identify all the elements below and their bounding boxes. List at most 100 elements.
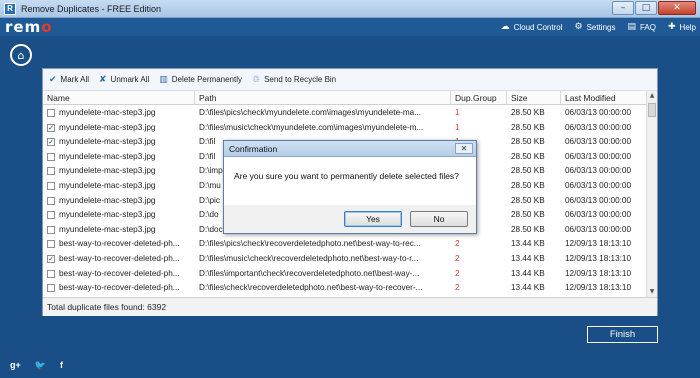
table-row[interactable]: ✓ myundelete-mac-step3.jpg D:\files\music\… bbox=[43, 121, 647, 135]
toolbar: ✔ Mark All ✘ Unmark All ▥ Delete Permane… bbox=[43, 69, 657, 91]
cell-size: 13.44 KB bbox=[511, 268, 545, 278]
cell-name: best-way-to-recover-deleted-ph... bbox=[59, 239, 180, 249]
cell-size: 28.50 KB bbox=[511, 195, 545, 205]
column-header-size[interactable]: Size bbox=[507, 91, 561, 105]
cell-size: 28.50 KB bbox=[511, 151, 545, 161]
table-header: Name Path Dup.Group Size Last Modified bbox=[43, 91, 647, 105]
yes-button[interactable]: Yes bbox=[344, 211, 402, 227]
send-to-recycle-bin-label: Send to Recycle Bin bbox=[264, 75, 337, 84]
cell-name: myundelete-mac-step3.jpg bbox=[59, 166, 156, 176]
scroll-down-icon[interactable]: ▼ bbox=[647, 287, 657, 297]
delete-permanently-button[interactable]: ▥ Delete Permanently bbox=[159, 75, 242, 85]
recycle-bin-icon: ♲ bbox=[252, 74, 261, 85]
row-checkbox[interactable] bbox=[47, 196, 55, 205]
cell-size: 28.50 KB bbox=[511, 210, 545, 220]
cell-name: myundelete-mac-step3.jpg bbox=[59, 151, 156, 161]
social-links: g+ 🐦 f bbox=[10, 360, 63, 371]
cell-dup-group: 1 bbox=[455, 108, 460, 117]
table-row[interactable]: best-way-to-recover-deleted-ph... D:\file… bbox=[43, 267, 647, 281]
cell-last-modified: 12/09/13 18:13:10 bbox=[565, 254, 632, 263]
row-checkbox[interactable]: ✓ bbox=[47, 123, 55, 132]
cell-dup-group: 2 bbox=[455, 239, 460, 249]
cell-last-modified: 12/09/13 18:13:10 bbox=[565, 268, 632, 278]
facebook-icon[interactable]: f bbox=[60, 360, 63, 371]
no-button[interactable]: No bbox=[410, 211, 468, 227]
cell-path: D:\files\pics\check\recoverdeletedphoto.… bbox=[199, 239, 421, 249]
header-menu: ☁ Cloud Control ⚙ Settings ▤ FAQ ✚ Help bbox=[501, 18, 696, 36]
row-checkbox[interactable] bbox=[47, 109, 55, 117]
row-checkbox[interactable]: ✓ bbox=[47, 255, 55, 263]
menu-settings[interactable]: ⚙ Settings bbox=[574, 22, 615, 32]
logo-accent: o bbox=[41, 18, 53, 36]
cell-last-modified: 06/03/13 00:00:00 bbox=[565, 181, 632, 190]
cell-name: myundelete-mac-step3.jpg bbox=[59, 195, 156, 205]
table-row[interactable]: myundelete-mac-step3.jpg D:\files\pics\ch… bbox=[43, 106, 647, 120]
close-window-button[interactable]: ✕ bbox=[658, 1, 696, 15]
scrollbar-thumb[interactable] bbox=[648, 103, 656, 117]
row-checkbox[interactable] bbox=[47, 284, 55, 293]
cell-last-modified: 06/03/13 00:00:00 bbox=[565, 122, 632, 132]
app-header: remo ☁ Cloud Control ⚙ Settings ▤ FAQ ✚ … bbox=[0, 18, 700, 36]
cell-dup-group: 2 bbox=[455, 283, 460, 293]
cell-dup-group: 1 bbox=[455, 122, 460, 132]
row-checkbox[interactable] bbox=[47, 182, 55, 190]
dialog-close-button[interactable]: ✕ bbox=[455, 143, 473, 154]
cell-name: myundelete-mac-step3.jpg bbox=[59, 224, 156, 234]
table-row[interactable]: best-way-to-recover-deleted-ph... D:\file… bbox=[43, 281, 647, 295]
mark-all-button[interactable]: ✔ Mark All bbox=[49, 75, 89, 85]
cell-size: 28.50 KB bbox=[511, 137, 545, 147]
minimize-button[interactable]: – bbox=[612, 1, 634, 15]
cell-last-modified: 12/09/13 18:13:10 bbox=[565, 239, 632, 249]
menu-cloud-control[interactable]: ☁ Cloud Control bbox=[501, 22, 563, 32]
cell-path: D:\files\music\check\myundelete.com\imag… bbox=[199, 122, 424, 132]
column-header-last-modified[interactable]: Last Modified bbox=[561, 91, 647, 105]
menu-help[interactable]: ✚ Help bbox=[668, 22, 696, 32]
unmark-all-button[interactable]: ✘ Unmark All bbox=[99, 75, 149, 85]
cell-size: 28.50 KB bbox=[511, 224, 545, 234]
table-row[interactable]: best-way-to-recover-deleted-ph... D:\file… bbox=[43, 237, 647, 251]
row-checkbox[interactable] bbox=[47, 152, 55, 161]
row-checkbox[interactable] bbox=[47, 225, 55, 234]
row-checkbox[interactable] bbox=[47, 269, 55, 278]
column-header-path[interactable]: Path bbox=[195, 91, 451, 105]
row-checkbox[interactable]: ✓ bbox=[47, 138, 55, 147]
row-checkbox[interactable] bbox=[47, 211, 55, 220]
maximize-button[interactable]: □ bbox=[635, 1, 657, 15]
row-checkbox[interactable] bbox=[47, 240, 55, 249]
table-row[interactable]: ✓ best-way-to-recover-deleted-ph... D:\fil… bbox=[43, 252, 647, 266]
row-checkbox[interactable] bbox=[47, 167, 55, 176]
cell-size: 13.44 KB bbox=[511, 239, 545, 249]
dialog-buttons: Yes No bbox=[344, 211, 468, 227]
vertical-scrollbar[interactable]: ▲ ▼ bbox=[646, 91, 657, 297]
cell-name: myundelete-mac-step3.jpg bbox=[59, 122, 156, 132]
cell-last-modified: 06/03/13 00:00:00 bbox=[565, 210, 632, 220]
title-bar: R Remove Duplicates - FREE Edition – □ ✕ bbox=[0, 0, 700, 18]
cell-name: best-way-to-recover-deleted-ph... bbox=[59, 254, 180, 263]
cell-last-modified: 12/09/13 18:13:10 bbox=[565, 283, 632, 293]
window-controls: – □ ✕ bbox=[612, 1, 696, 15]
dialog-message: Are you sure you want to permanently del… bbox=[224, 157, 476, 205]
column-header-dup-group[interactable]: Dup.Group bbox=[451, 91, 507, 105]
menu-faq[interactable]: ▤ FAQ bbox=[627, 22, 656, 32]
home-button[interactable]: ⌂ bbox=[10, 44, 32, 66]
google-plus-icon[interactable]: g+ bbox=[10, 360, 21, 371]
scroll-up-icon[interactable]: ▲ bbox=[647, 91, 657, 101]
cell-last-modified: 06/03/13 00:00:00 bbox=[565, 108, 632, 117]
send-to-recycle-bin-button[interactable]: ♲ Send to Recycle Bin bbox=[252, 75, 336, 85]
cloud-icon: ☁ bbox=[500, 22, 510, 32]
confirmation-dialog: Confirmation ✕ Are you sure you want to … bbox=[223, 140, 477, 234]
cell-last-modified: 06/03/13 00:00:00 bbox=[565, 151, 632, 161]
gear-icon: ⚙ bbox=[574, 22, 583, 32]
book-icon: ▤ bbox=[627, 22, 636, 32]
finish-button[interactable]: Finish bbox=[587, 326, 658, 343]
cell-path: D:\files\check\recoverdeletedphoto.net\b… bbox=[199, 283, 423, 293]
cell-path: D:\files\important\check\recoverdeletedp… bbox=[199, 268, 420, 278]
cell-name: myundelete-mac-step3.jpg bbox=[59, 181, 156, 190]
mark-all-label: Mark All bbox=[60, 75, 89, 84]
twitter-icon[interactable]: 🐦 bbox=[35, 360, 46, 371]
column-header-name[interactable]: Name bbox=[43, 91, 195, 105]
cell-last-modified: 06/03/13 00:00:00 bbox=[565, 166, 632, 176]
cell-dup-group: 2 bbox=[455, 254, 460, 263]
cell-name: myundelete-mac-step3.jpg bbox=[59, 108, 156, 117]
cell-name: myundelete-mac-step3.jpg bbox=[59, 210, 156, 220]
